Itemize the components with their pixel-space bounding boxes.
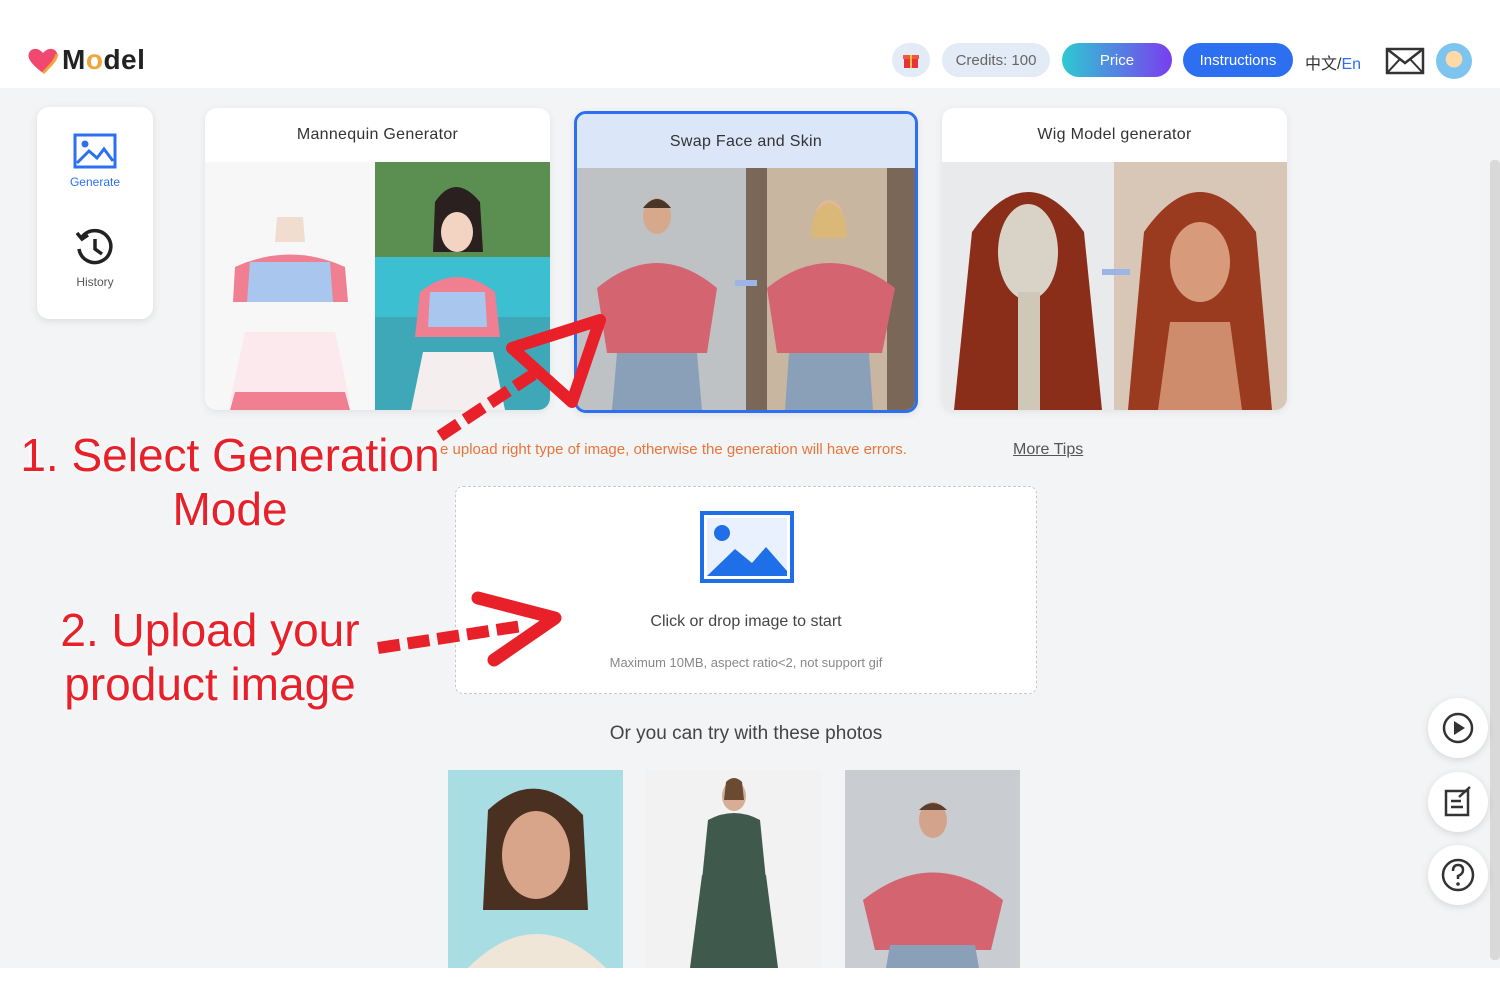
gift-button[interactable] bbox=[892, 43, 930, 77]
logo[interactable]: Model bbox=[26, 40, 145, 80]
sidebar: Generate History bbox=[37, 107, 153, 319]
instructions-button[interactable]: Instructions bbox=[1183, 43, 1293, 77]
annotation-step-2-line-1: 2. Upload your bbox=[60, 604, 360, 656]
credits-badge: Credits: 100 bbox=[942, 43, 1050, 77]
annotation-step-2-line-2: product image bbox=[64, 658, 356, 710]
annotation-step-1-line-2: Mode bbox=[172, 483, 288, 535]
sidebar-item-label: Generate bbox=[69, 175, 121, 189]
annotation-step-1: 1. Select Generation Mode bbox=[10, 428, 450, 536]
question-icon bbox=[1441, 858, 1475, 892]
lang-zh[interactable]: 中文/ bbox=[1305, 56, 1341, 73]
wig-model-example-image bbox=[942, 162, 1287, 410]
feedback-button[interactable] bbox=[1428, 772, 1488, 832]
sample-photo[interactable] bbox=[845, 770, 1020, 968]
history-icon bbox=[75, 228, 113, 265]
mode-card-wig-model[interactable]: Wig Model generator bbox=[942, 108, 1287, 410]
mode-card-swap-face[interactable]: Swap Face and Skin bbox=[574, 111, 918, 413]
sample-photo-woman-portrait bbox=[468, 788, 606, 968]
upload-image-icon bbox=[700, 511, 794, 583]
sidebar-item-label: History bbox=[76, 275, 114, 289]
help-button[interactable] bbox=[1428, 845, 1488, 905]
sample-photo[interactable] bbox=[646, 770, 821, 968]
top-header: Model Credits: 100 Price Instructions 中文… bbox=[0, 0, 1500, 88]
bottom-edge bbox=[0, 968, 1500, 1000]
sidebar-item-generate[interactable]: Generate bbox=[37, 133, 153, 189]
mode-card-title: Wig Model generator bbox=[1037, 126, 1192, 143]
play-icon bbox=[1442, 712, 1474, 744]
video-tutorial-button[interactable] bbox=[1428, 698, 1488, 758]
sample-photo[interactable] bbox=[448, 770, 623, 968]
scrollbar[interactable] bbox=[1490, 160, 1500, 960]
upload-hint: Maximum 10MB, aspect ratio<2, not suppor… bbox=[609, 655, 883, 670]
mode-card-title: Swap Face and Skin bbox=[577, 114, 915, 170]
sample-photo-pink-tshirt bbox=[863, 802, 1003, 968]
annotation-step-1-line-1: 1. Select Generation bbox=[20, 429, 440, 481]
user-avatar[interactable] bbox=[1436, 43, 1472, 79]
app-page: Model Credits: 100 Price Instructions 中文… bbox=[0, 0, 1500, 1000]
sample-photos-label: Or you can try with these photos bbox=[609, 723, 883, 744]
upload-dropzone[interactable]: Click or drop image to start Maximum 10M… bbox=[455, 486, 1037, 694]
mannequin-example-image bbox=[205, 162, 550, 410]
annotation-step-2: 2. Upload your product image bbox=[10, 603, 410, 711]
sidebar-item-history[interactable]: History bbox=[37, 227, 153, 289]
image-icon bbox=[73, 133, 117, 169]
price-button[interactable]: Price bbox=[1062, 43, 1172, 77]
brand-name: Model bbox=[62, 44, 146, 75]
upload-tip: e upload right type of image, otherwise … bbox=[440, 441, 907, 458]
swap-face-example-image bbox=[577, 168, 915, 410]
mail-icon[interactable] bbox=[1385, 46, 1425, 76]
heart-logo-icon bbox=[28, 48, 59, 75]
upload-prompt: Click or drop image to start bbox=[650, 613, 842, 630]
mode-card-title: Mannequin Generator bbox=[296, 126, 459, 143]
edit-icon bbox=[1444, 786, 1471, 817]
more-tips-link[interactable]: More Tips bbox=[1013, 441, 1083, 459]
sample-photo-green-dress bbox=[690, 778, 778, 968]
language-switch[interactable]: 中文/En bbox=[1305, 50, 1361, 74]
mode-card-mannequin[interactable]: Mannequin Generator bbox=[205, 108, 550, 410]
gift-icon bbox=[903, 55, 919, 68]
lang-en[interactable]: En bbox=[1341, 56, 1361, 73]
